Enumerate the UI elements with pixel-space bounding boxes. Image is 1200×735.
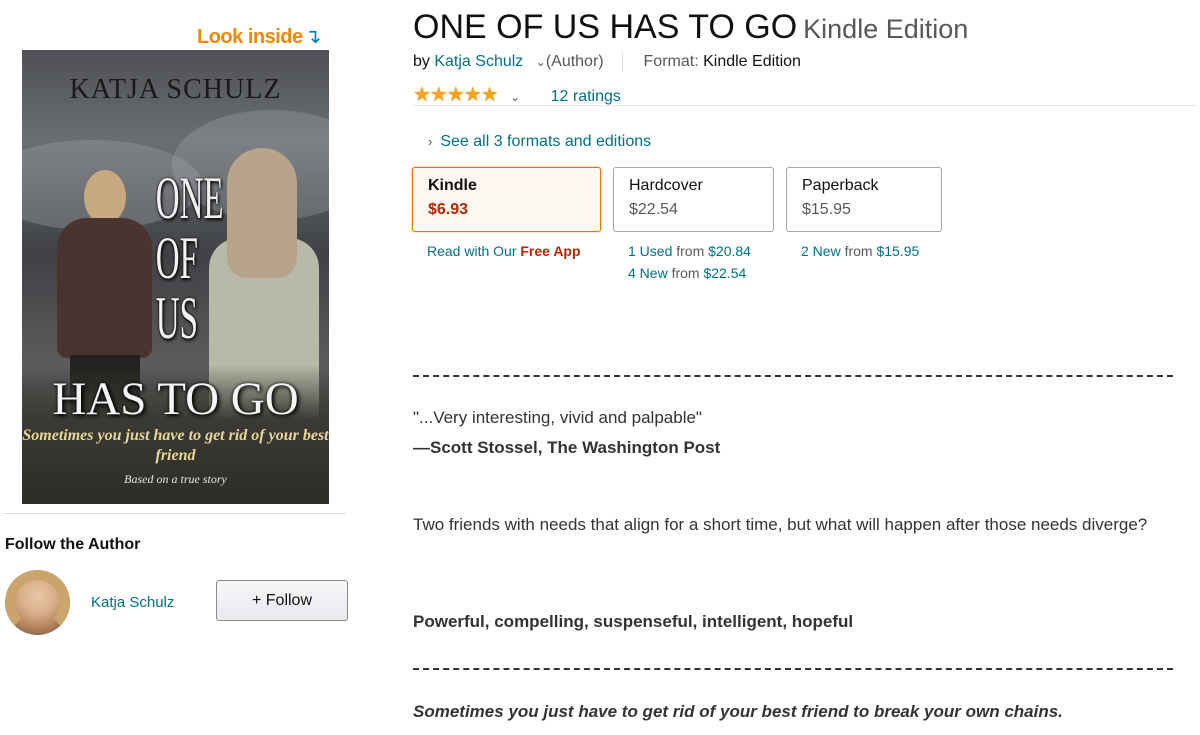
byline: by Katja Schulz ⌄(Author) Format: Kindle… [413,52,801,72]
cover-tagline: Sometimes you just have to get rid of yo… [22,427,329,464]
cover-title-line: OF [155,225,198,291]
book-cover-image[interactable]: KATJA SCHULZ ONE OF US HAS TO GO Sometim… [22,50,329,504]
product-title: ONE OF US HAS TO GO [413,8,798,46]
author-role: (Author) [545,53,604,71]
format-option-paperback[interactable]: Paperback $15.95 [786,167,942,232]
offer-count-link[interactable]: 2 New [801,243,841,259]
kindle-free-app-link[interactable]: Read with Our Free App [427,240,581,262]
review-source: —Scott Stossel, The Washington Post [413,438,721,457]
chevron-down-icon[interactable]: ⌄ [536,55,546,69]
ratings-row: ★★★★★ ⌄ 12 ratings [413,82,621,107]
offer-line[interactable]: 1 Used from $20.84 [628,240,751,262]
dashed-divider [413,375,1173,378]
look-inside-label: Look inside [197,26,303,48]
see-all-formats-link[interactable]: › See all 3 formats and editions [428,133,651,151]
cover-footer: Based on a true story [124,472,227,486]
author-link[interactable]: Katja Schulz [434,53,523,70]
divider [622,52,624,72]
offer-count-link[interactable]: 1 Used [628,243,672,259]
see-all-formats-label[interactable]: See all 3 formats and editions [440,133,651,150]
divider [4,513,346,514]
cover-title-line: ONE [155,165,224,231]
product-title-row: ONE OF US HAS TO GO Kindle Edition [413,8,968,47]
format-price: $15.95 [802,201,851,218]
free-app-prefix[interactable]: Read with Our [427,243,516,259]
format-option-hardcover[interactable]: Hardcover $22.54 [613,167,774,232]
format-name: Hardcover [629,177,703,194]
hardcover-offers: 1 Used from $20.84 4 New from $22.54 [628,240,751,284]
offer-count-link[interactable]: 4 New [628,265,668,281]
format-value: Kindle Edition [703,53,801,71]
cover-author: KATJA SCHULZ [69,74,282,105]
format-label: Format: [643,53,699,71]
format-name: Kindle [428,177,477,194]
offer-price[interactable]: $15.95 [876,243,919,259]
look-inside-link[interactable]: Look inside ↴ [197,24,321,49]
description-tagline: Powerful, compelling, suspenseful, intel… [413,612,854,631]
follow-button[interactable]: + Follow [216,580,348,621]
divider [413,105,1198,106]
star-rating-icon[interactable]: ★★★★★ [413,84,499,106]
offer-line[interactable]: 4 New from $22.54 [628,262,751,284]
format-option-kindle[interactable]: Kindle $6.93 [412,167,601,232]
offer-price[interactable]: $22.54 [703,265,746,281]
format-price: $22.54 [629,201,678,218]
chevron-down-icon[interactable]: ⌄ [510,90,520,104]
offer-line[interactable]: 2 New from $15.95 [801,240,919,262]
offer-from: from [676,243,705,259]
follow-author-heading: Follow the Author [5,536,141,553]
dashed-divider [413,668,1173,671]
author-avatar[interactable] [5,570,70,635]
free-app-emphasis[interactable]: Free App [520,243,580,259]
offer-from: from [671,265,700,281]
paperback-offers: 2 New from $15.95 [801,240,919,262]
cover-title-line: US [155,285,198,351]
author-profile-link[interactable]: Katja Schulz [91,594,174,611]
ratings-count-link[interactable]: 12 ratings [551,88,621,105]
offer-from: from [844,243,873,259]
offer-price[interactable]: $20.84 [708,243,751,259]
description-paragraph: Two friends with needs that align for a … [413,515,1148,534]
chevron-right-icon: › [428,134,433,149]
cover-title-stack: ONE OF US [155,165,224,351]
down-arrow-icon: ↴ [304,26,322,48]
cover-title-bottom: HAS TO GO [52,373,299,425]
format-price: $6.93 [428,201,469,218]
format-name: Paperback [802,177,879,194]
by-prefix: by [413,53,430,71]
product-edition: Kindle Edition [803,14,969,44]
description-italic-line: Sometimes you just have to get rid of yo… [413,702,1063,721]
review-quote: "...Very interesting, vivid and palpable… [413,408,702,427]
